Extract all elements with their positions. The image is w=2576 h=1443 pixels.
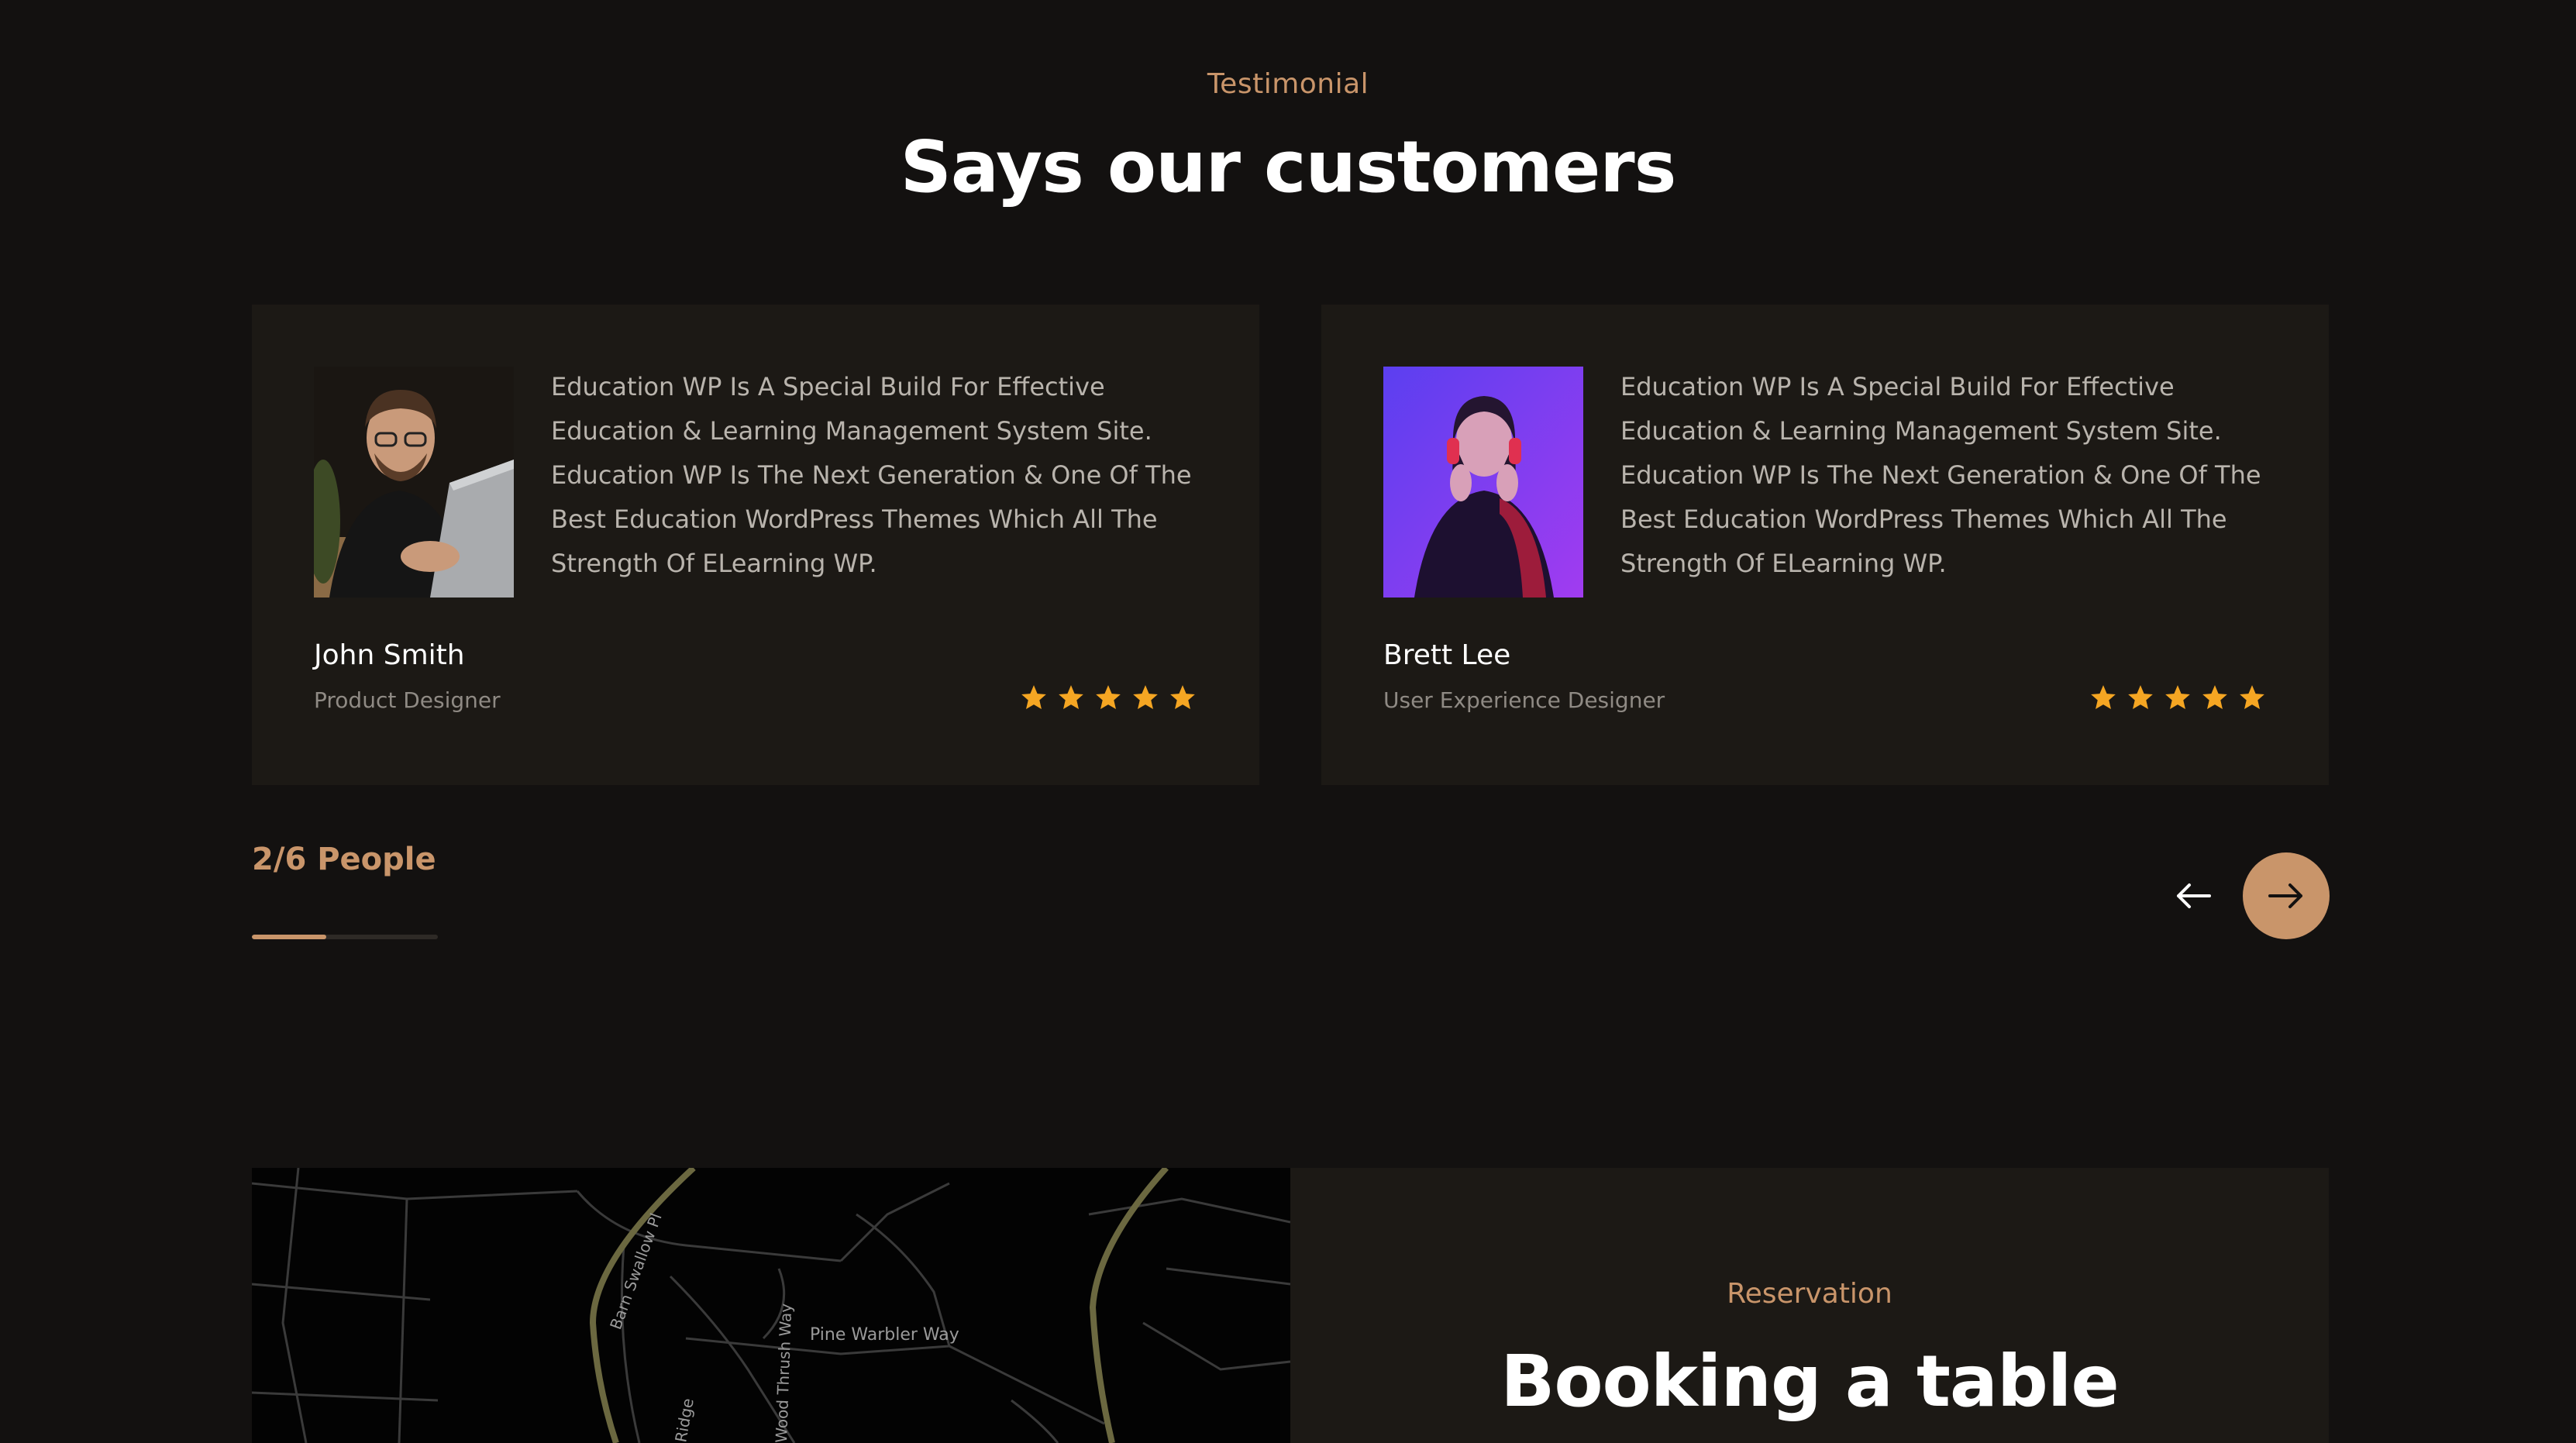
street-label: Pine Warbler Way (810, 1325, 959, 1345)
location-map[interactable]: Barn Swallow Pl Pine Warbler Way Wood Th… (252, 1168, 1290, 1443)
customer-name: John Smith (314, 639, 465, 671)
arrow-right-icon (2268, 883, 2302, 908)
star-icon (1021, 685, 1046, 710)
testimonial-quote: Education WP Is A Special Build For Effe… (1620, 372, 2261, 578)
avatar (1383, 367, 1583, 598)
slider-progress-fill (252, 935, 326, 939)
section-title: Says our customers (900, 126, 1677, 208)
star-icon (2240, 685, 2264, 710)
testimonial-card: Education WP Is A Special Build For Effe… (252, 305, 1259, 785)
avatar (314, 367, 514, 598)
customer-name: Brett Lee (1383, 639, 1511, 671)
testimonial-card: Education WP Is A Special Build For Effe… (1321, 305, 2329, 785)
section-eyebrow: Testimonial (1207, 68, 1369, 100)
star-icon (1059, 685, 1083, 710)
star-icon (2202, 685, 2227, 710)
star-icon (2091, 685, 2116, 710)
testimonial-quote: Education WP Is A Special Build For Effe… (551, 372, 1192, 578)
next-slide-button[interactable] (2243, 852, 2330, 939)
slider-progress (252, 935, 438, 939)
star-icon (2128, 685, 2153, 710)
star-icon (1133, 685, 1158, 710)
reservation-title: Booking a table (1500, 1340, 2120, 1423)
customer-role: User Experience Designer (1383, 687, 1665, 713)
star-icon (1096, 685, 1121, 710)
prev-slide-button[interactable] (2162, 871, 2224, 921)
rating-stars (1019, 683, 1197, 712)
map-canvas: Barn Swallow Pl Pine Warbler Way Wood Th… (252, 1168, 1290, 1443)
slide-counter: 2/6 People (252, 842, 436, 877)
star-icon (1170, 685, 1195, 710)
reservation-eyebrow: Reservation (1727, 1278, 1892, 1310)
street-label: Ridge (671, 1397, 697, 1443)
rating-stars (2089, 683, 2267, 712)
street-label: Wood Thrush Way (772, 1303, 795, 1443)
star-icon (2165, 685, 2190, 710)
arrow-left-icon (2177, 883, 2211, 908)
customer-role: Product Designer (314, 687, 501, 713)
reservation-panel: Reservation Booking a table (1290, 1168, 2329, 1443)
